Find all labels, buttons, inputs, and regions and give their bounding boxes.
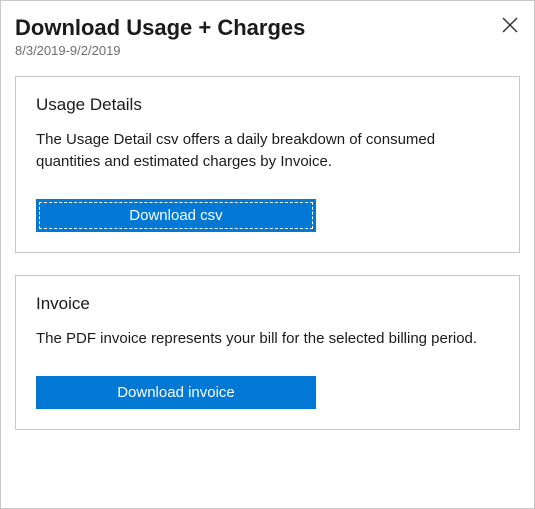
close-button[interactable] <box>500 15 520 37</box>
panel-title: Download Usage + Charges <box>15 15 305 41</box>
usage-details-card: Usage Details The Usage Detail csv offer… <box>15 76 520 253</box>
download-csv-button[interactable]: Download csv <box>36 199 316 232</box>
date-range: 8/3/2019-9/2/2019 <box>15 43 305 58</box>
invoice-card: Invoice The PDF invoice represents your … <box>15 275 520 430</box>
invoice-description: The PDF invoice represents your bill for… <box>36 328 499 350</box>
panel-header: Download Usage + Charges 8/3/2019-9/2/20… <box>15 15 520 58</box>
download-invoice-button[interactable]: Download invoice <box>36 376 316 409</box>
usage-details-title: Usage Details <box>36 95 499 115</box>
close-icon <box>502 21 518 36</box>
invoice-title: Invoice <box>36 294 499 314</box>
usage-details-description: The Usage Detail csv offers a daily brea… <box>36 129 499 173</box>
header-text-block: Download Usage + Charges 8/3/2019-9/2/20… <box>15 15 305 58</box>
